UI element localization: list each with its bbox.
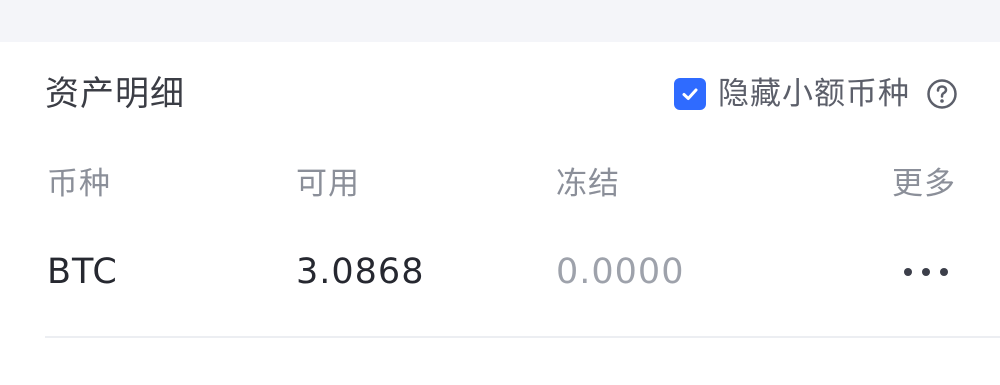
ellipsis-icon[interactable] xyxy=(904,256,948,288)
hide-small-coins-checkbox[interactable] xyxy=(674,78,706,110)
column-header-available: 可用 xyxy=(296,166,360,202)
column-header-more: 更多 xyxy=(892,166,956,202)
hide-small-coins-label[interactable]: 隐藏小额币种 xyxy=(718,76,910,112)
hide-small-coins-toggle[interactable]: 隐藏小额币种 xyxy=(674,76,958,112)
frozen-amount: 0.0000 xyxy=(556,252,685,292)
ellipsis-dot xyxy=(922,268,930,276)
section-title: 资产明细 xyxy=(45,74,185,114)
row-divider xyxy=(45,336,1000,338)
asset-detail-panel: 资产明细 隐藏小额币种 币种 可用 冻结 更多 BTC 3.0868 0.000… xyxy=(0,42,1000,385)
ellipsis-dot xyxy=(940,268,948,276)
coin-name[interactable]: BTC xyxy=(47,250,118,294)
question-circle-icon[interactable] xyxy=(926,78,958,110)
asset-detail-header: 资产明细 隐藏小额币种 xyxy=(0,42,1000,144)
ellipsis-dot xyxy=(904,268,912,276)
column-header-coin: 币种 xyxy=(47,166,111,202)
column-header-frozen: 冻结 xyxy=(556,166,620,202)
checkmark-icon xyxy=(682,88,698,100)
available-amount: 3.0868 xyxy=(296,252,425,292)
top-band xyxy=(0,0,1000,43)
